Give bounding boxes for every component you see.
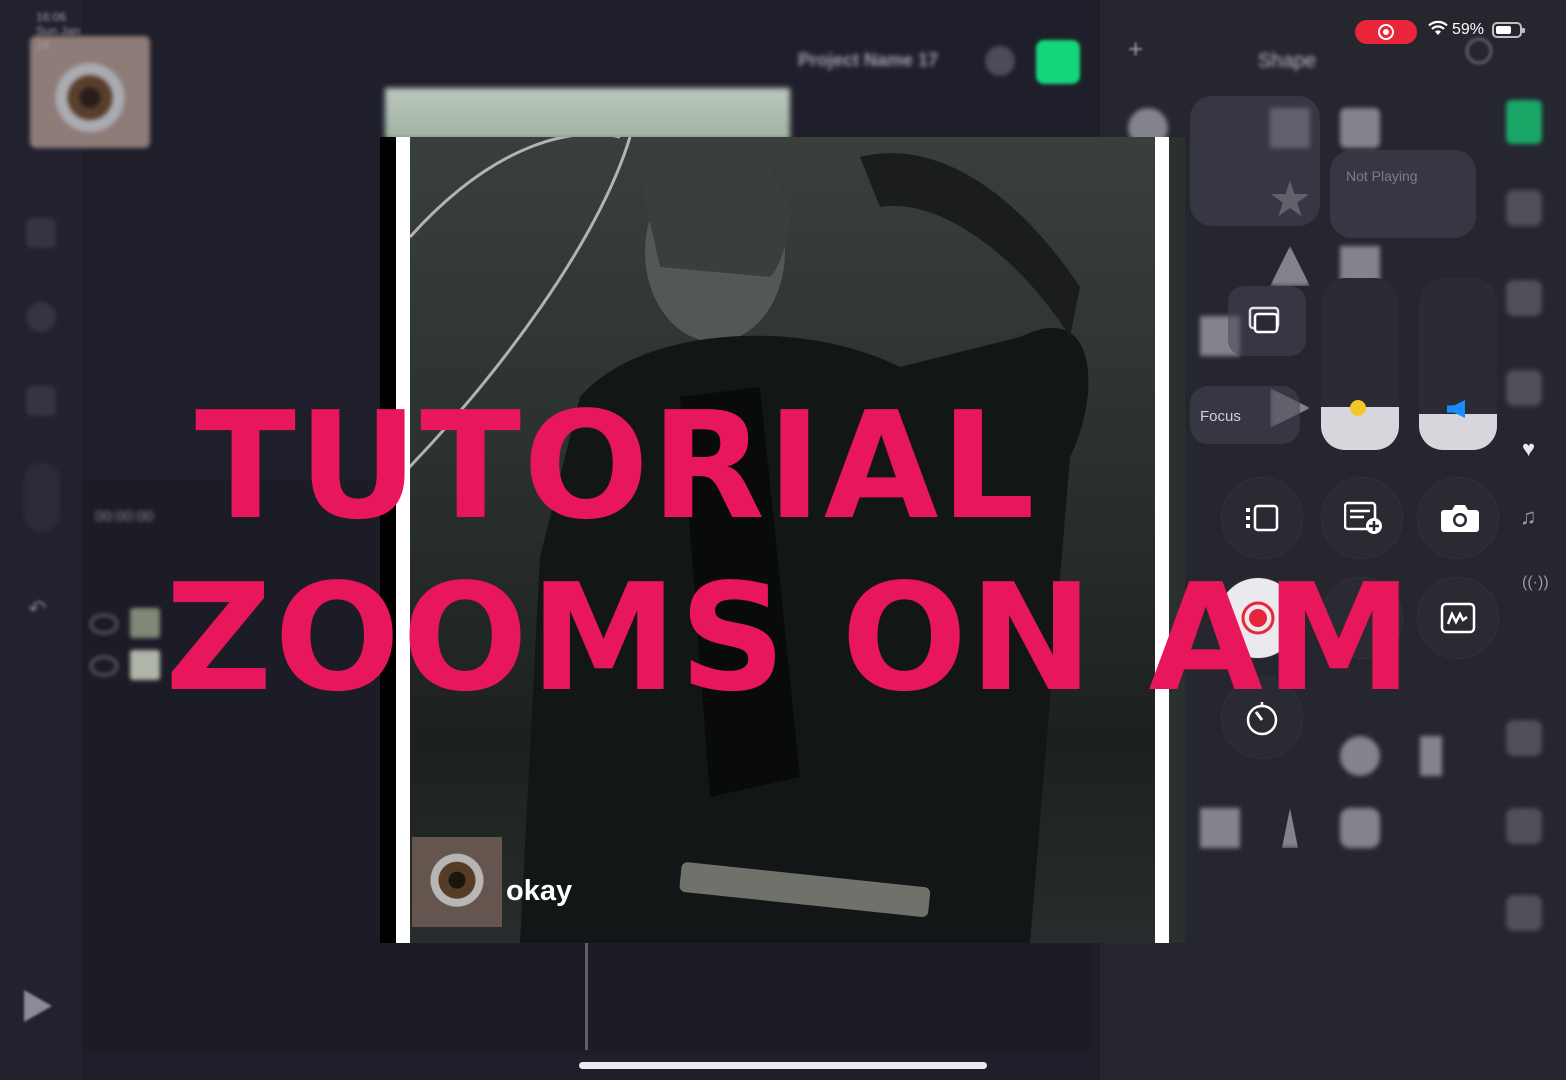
side-tab-audio[interactable] bbox=[1506, 280, 1542, 316]
wifi-icon bbox=[1428, 20, 1448, 35]
search-shape[interactable] bbox=[1340, 736, 1380, 776]
title-line-2: ZOOMS ON AM bbox=[165, 552, 1415, 724]
side-tab-select[interactable] bbox=[1506, 808, 1542, 844]
canvas-preview bbox=[385, 88, 790, 140]
power-icon[interactable] bbox=[1466, 38, 1492, 64]
title-line-1: TUTORIAL bbox=[195, 380, 1037, 552]
export-button[interactable] bbox=[1036, 40, 1080, 84]
key-shape[interactable] bbox=[1200, 808, 1240, 848]
side-tab-images[interactable] bbox=[1506, 190, 1542, 226]
project-name[interactable]: Project Name 17 bbox=[798, 50, 938, 71]
battery-percent: 59% bbox=[1452, 21, 1485, 38]
rounded-rect-shape[interactable] bbox=[1340, 108, 1380, 148]
playhead[interactable] bbox=[585, 940, 588, 1050]
effects-icon[interactable] bbox=[26, 302, 56, 332]
side-tab-shapes[interactable] bbox=[1506, 100, 1542, 144]
help-icon[interactable] bbox=[985, 46, 1015, 76]
layers-icon[interactable] bbox=[26, 218, 56, 248]
tutorial-title: TUTORIAL ZOOMS ON AM bbox=[0, 378, 1566, 726]
now-playing-tile[interactable] bbox=[1330, 150, 1476, 238]
video-caption: okay bbox=[506, 875, 573, 907]
home-indicator[interactable] bbox=[579, 1062, 987, 1069]
panel-title: Shape bbox=[1258, 50, 1316, 72]
screen-mirroring-icon bbox=[1248, 306, 1280, 334]
car-shape[interactable] bbox=[1340, 808, 1380, 848]
screen-recording-indicator[interactable] bbox=[1355, 20, 1417, 44]
play-icon[interactable] bbox=[24, 990, 52, 1022]
project-thumbnail[interactable] bbox=[30, 36, 150, 148]
eye-sticker bbox=[412, 837, 502, 927]
battery-icon bbox=[1492, 22, 1525, 38]
connectivity-tile[interactable] bbox=[1190, 96, 1320, 226]
side-tab-tools[interactable] bbox=[1506, 895, 1542, 931]
record-dot-icon bbox=[1378, 24, 1394, 40]
add-icon[interactable]: + bbox=[1128, 34, 1143, 65]
screen-mirroring-tile[interactable] bbox=[1228, 286, 1306, 356]
person-shape[interactable] bbox=[1420, 736, 1442, 776]
now-playing-label: Not Playing bbox=[1346, 168, 1418, 184]
